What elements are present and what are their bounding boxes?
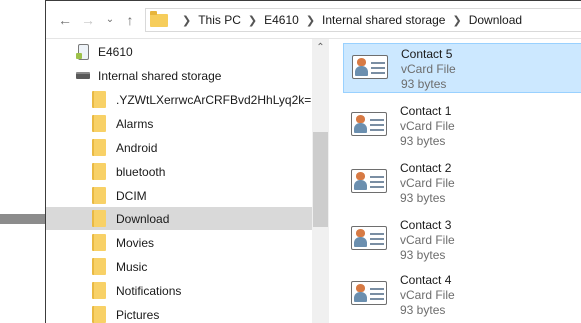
folder-icon xyxy=(150,10,168,27)
breadcrumb-e4610[interactable]: E4610 xyxy=(264,13,299,27)
file-name: Contact 3 xyxy=(400,218,452,232)
tree-item-label: E4610 xyxy=(98,44,133,59)
file-size: 93 bytes xyxy=(401,77,447,91)
file-name: Contact 1 xyxy=(400,104,452,118)
file-name: Contact 2 xyxy=(400,161,452,175)
vcard-icon xyxy=(351,224,389,252)
tree-item-e4610[interactable]: E4610 xyxy=(46,40,312,63)
back-arrow-icon[interactable]: ← xyxy=(57,12,73,28)
vcard-icon xyxy=(351,167,389,195)
folder-icon xyxy=(92,163,106,180)
folder-icon xyxy=(92,187,106,204)
tree-item-download[interactable]: Download xyxy=(46,207,312,230)
recent-locations-chevron-icon[interactable]: ⌄ xyxy=(102,12,118,28)
tree-item-notifications[interactable]: Notifications xyxy=(46,279,312,302)
folder-icon xyxy=(92,306,106,323)
folder-icon xyxy=(92,115,106,132)
tree-item-label: Alarms xyxy=(116,116,154,131)
file-item-contact-1[interactable]: Contact 1 vCard File 93 bytes xyxy=(343,101,581,151)
phone-device-icon xyxy=(76,43,90,60)
chevron-right-icon[interactable]: ❯ xyxy=(306,14,315,27)
forward-arrow-icon[interactable]: → xyxy=(80,12,96,28)
tree-item-pictures[interactable]: Pictures xyxy=(46,303,312,323)
tree-item-movies[interactable]: Movies xyxy=(46,231,312,254)
tree-item-dcim[interactable]: DCIM xyxy=(46,184,312,207)
file-explorer-window: ← → ⌄ ↑ ❯ This PC ❯ E4610 ❯ Internal sha… xyxy=(45,0,581,323)
tree-item-label: Notifications xyxy=(116,283,182,298)
tree-item-alarms[interactable]: Alarms xyxy=(46,112,312,135)
folder-icon xyxy=(92,210,106,227)
drive-icon xyxy=(76,72,90,79)
vcard-icon xyxy=(352,53,390,81)
tree-item-android[interactable]: Android xyxy=(46,136,312,159)
folder-icon xyxy=(92,258,106,275)
breadcrumb-this-pc[interactable]: This PC xyxy=(198,13,241,27)
navigation-pane-scrollbar[interactable]: ⌃ xyxy=(312,39,329,323)
file-item-contact-3[interactable]: Contact 3 vCard File 93 bytes xyxy=(343,215,581,265)
chevron-right-icon[interactable]: ❯ xyxy=(182,14,191,27)
file-type: vCard File xyxy=(400,233,455,247)
file-name: Contact 4 xyxy=(400,273,452,287)
vcard-icon xyxy=(351,279,389,307)
breadcrumb-internal-shared-storage[interactable]: Internal shared storage xyxy=(322,13,445,27)
file-type: vCard File xyxy=(400,176,455,190)
tree-item-music[interactable]: Music xyxy=(46,255,312,278)
tree-item-label: DCIM xyxy=(116,188,147,203)
folder-icon xyxy=(92,282,106,299)
tree-item-hidden-folder[interactable]: .YZWtLXerrwcArCRFBvd2HhLyq2k= xyxy=(46,88,312,111)
tree-item-label: Movies xyxy=(116,235,155,250)
file-item-contact-4[interactable]: Contact 4 vCard File 93 bytes xyxy=(343,270,581,320)
file-type: vCard File xyxy=(400,119,455,133)
chevron-right-icon[interactable]: ❯ xyxy=(248,14,257,27)
folder-icon xyxy=(92,91,106,108)
folder-icon xyxy=(92,234,106,251)
file-size: 93 bytes xyxy=(400,303,446,317)
file-type: vCard File xyxy=(400,288,455,302)
vcard-icon xyxy=(351,110,389,138)
tree-item-label: Music xyxy=(116,259,148,274)
tree-item-label: Download xyxy=(116,211,170,226)
file-name: Contact 5 xyxy=(401,47,453,61)
file-type: vCard File xyxy=(401,62,456,76)
address-bar[interactable]: ❯ This PC ❯ E4610 ❯ Internal shared stor… xyxy=(145,8,581,32)
folder-icon xyxy=(92,139,106,156)
tree-item-label: Internal shared storage xyxy=(98,68,222,83)
tree-item-internal-shared-storage[interactable]: Internal shared storage xyxy=(46,64,312,87)
chevron-right-icon[interactable]: ❯ xyxy=(452,14,461,27)
scrollbar-thumb[interactable] xyxy=(313,132,328,227)
tree-item-label: Pictures xyxy=(116,307,160,322)
file-size: 93 bytes xyxy=(400,248,446,262)
tree-item-label: .YZWtLXerrwcArCRFBvd2HhLyq2k= xyxy=(116,92,312,107)
navigation-pane: E4610 Internal shared storage .YZWtLXerr… xyxy=(46,39,328,323)
tree-item-label: bluetooth xyxy=(116,164,166,179)
scroll-up-chevron-icon[interactable]: ⌃ xyxy=(312,41,329,55)
file-size: 93 bytes xyxy=(400,134,446,148)
breadcrumb-download[interactable]: Download xyxy=(469,13,522,27)
up-arrow-icon[interactable]: ↑ xyxy=(122,12,138,28)
tree-item-label: Android xyxy=(116,140,158,155)
navigation-bar: ← → ⌄ ↑ ❯ This PC ❯ E4610 ❯ Internal sha… xyxy=(46,1,581,39)
file-size: 93 bytes xyxy=(400,191,446,205)
file-item-contact-2[interactable]: Contact 2 vCard File 93 bytes xyxy=(343,158,581,208)
file-list: Contact 5 vCard File 93 bytes Contact 1 … xyxy=(329,39,581,323)
tree-item-bluetooth[interactable]: bluetooth xyxy=(46,160,312,183)
file-item-contact-5[interactable]: Contact 5 vCard File 93 bytes xyxy=(343,43,581,93)
